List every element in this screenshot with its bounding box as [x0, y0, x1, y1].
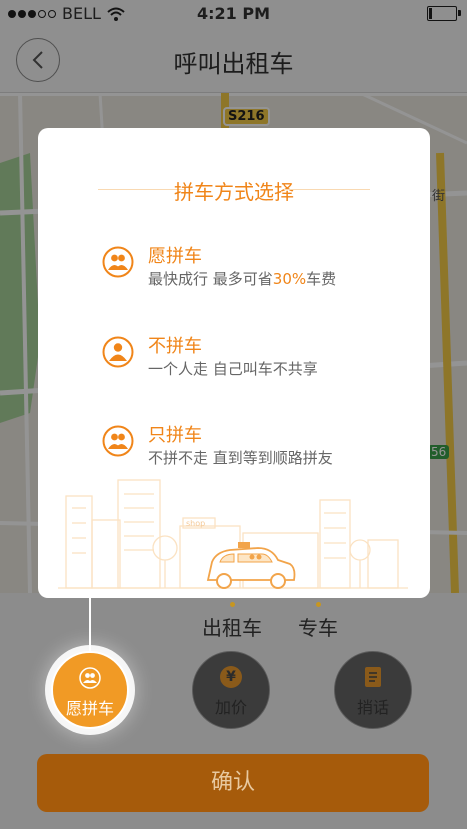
- message-option-label: 捎话: [356, 698, 389, 717]
- taxi-icon: [206, 542, 296, 589]
- mode-description: 一个人走 自己叫车不共享: [148, 360, 318, 378]
- mode-description-suffix: 车费: [306, 270, 337, 288]
- message-icon: [365, 667, 381, 687]
- tab-taxi-label: 出租车: [202, 616, 262, 640]
- add-fare-option-label: 加价: [214, 698, 247, 717]
- mode-name: 只拼车: [148, 425, 202, 446]
- yen-icon: ¥: [220, 666, 242, 688]
- carpool-option-label: 愿拼车: [65, 699, 114, 718]
- single-person-icon: [102, 336, 134, 368]
- option-pointer-line: [89, 595, 91, 652]
- mode-description: 不拼不走 直到等到顺路拼友: [148, 449, 333, 467]
- title-divider-right: [284, 189, 370, 190]
- add-fare-option-button[interactable]: ¥ 加价: [192, 651, 270, 729]
- mode-description-text: 最快成行 最多可省: [148, 270, 273, 288]
- carpool-mode-dialog: 拼车方式选择 愿拼车 最快成行 最多可省30%车费 不拼车 一个人走 自己叫车不…: [38, 128, 430, 598]
- mode-description: 最快成行 最多可省30%车费: [148, 268, 336, 289]
- tab-premium[interactable]: 专车: [298, 602, 338, 641]
- tab-premium-label: 专车: [298, 616, 338, 640]
- city-taxi-illustration: shop: [58, 479, 408, 589]
- confirm-button[interactable]: 确认: [37, 754, 429, 812]
- mode-option-no-carpool[interactable]: 不拼车 一个人走 自己叫车不共享: [102, 332, 412, 388]
- mode-name: 愿拼车: [148, 246, 202, 267]
- mode-name: 不拼车: [148, 336, 202, 357]
- carpool-icon: [79, 667, 101, 689]
- mode-option-willing-carpool[interactable]: 愿拼车 最快成行 最多可省30%车费: [102, 242, 412, 298]
- carpool-option-button[interactable]: 愿拼车: [51, 651, 129, 729]
- message-option-button[interactable]: 捎话: [334, 651, 412, 729]
- vehicle-type-tabs: 出租车 专车: [0, 602, 467, 647]
- tab-indicator: [316, 602, 321, 607]
- tab-taxi[interactable]: 出租车: [202, 602, 262, 641]
- two-people-icon: [102, 425, 134, 457]
- savings-percent: 30%: [272, 270, 307, 288]
- shop-sign: shop: [186, 519, 205, 528]
- two-people-icon: [102, 246, 134, 278]
- tab-indicator: [230, 602, 235, 607]
- dialog-title: 拼车方式选择: [174, 180, 294, 204]
